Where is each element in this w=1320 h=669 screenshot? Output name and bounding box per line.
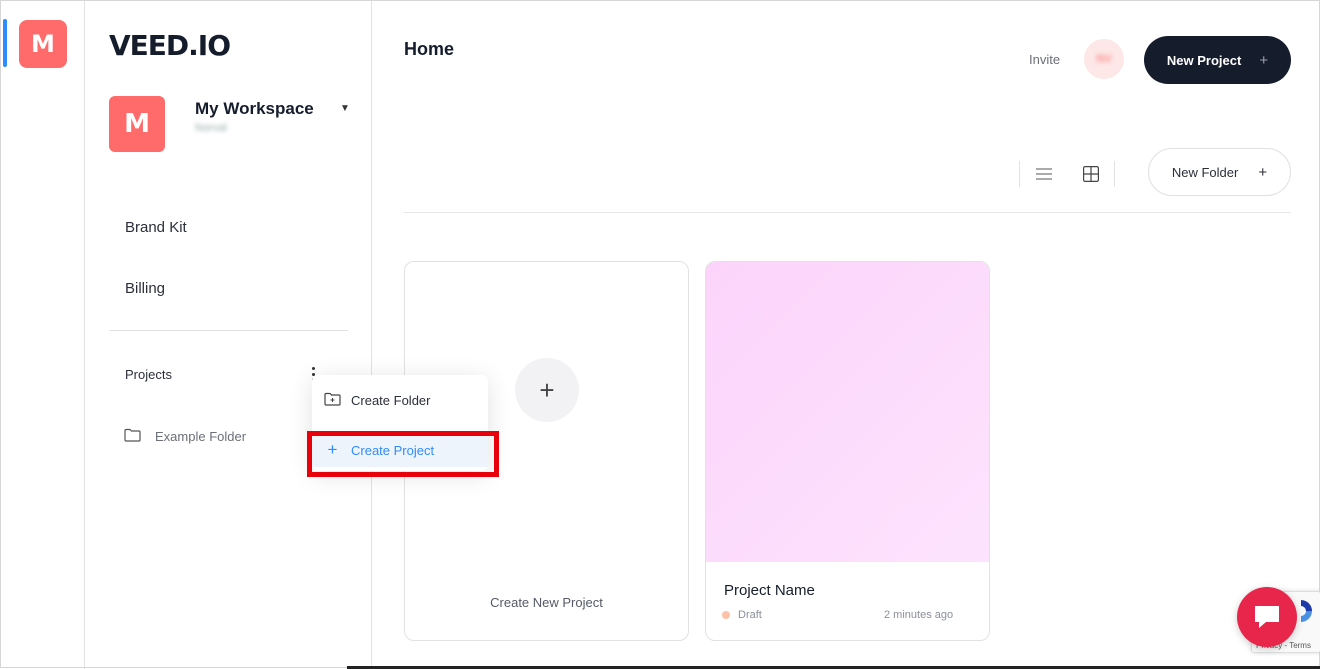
- highlight-box: [307, 431, 499, 477]
- user-initials: NV: [1096, 53, 1112, 65]
- project-name[interactable]: Project Name: [724, 582, 815, 599]
- project-status: Draft: [722, 609, 762, 621]
- new-folder-label: New Folder: [1171, 164, 1239, 180]
- new-project-label: New Project: [1166, 52, 1242, 68]
- sidebar-folder-item[interactable]: Example Folder: [124, 428, 246, 445]
- workspace-avatar[interactable]: M: [109, 96, 165, 152]
- caret-down-icon[interactable]: ▼: [340, 103, 350, 114]
- workspace-rail: M: [1, 1, 85, 669]
- workspace-switcher-avatar[interactable]: M: [19, 20, 67, 68]
- veed-logo[interactable]: VEED.IO: [109, 29, 231, 62]
- project-card[interactable]: Project Name Draft 2 minutes ago: [705, 261, 990, 641]
- nav-brand-kit[interactable]: Brand Kit: [125, 219, 187, 236]
- toolbar-divider: [404, 212, 1291, 213]
- user-avatar[interactable]: NV: [1084, 39, 1124, 79]
- chat-button[interactable]: [1237, 587, 1297, 647]
- chat-bubble-icon: [1255, 606, 1279, 628]
- grid-view-icon[interactable]: [1067, 161, 1115, 187]
- folder-plus-icon: [324, 392, 341, 409]
- workspace-subtitle: Norval: [195, 122, 227, 134]
- status-label: Draft: [738, 609, 762, 621]
- active-indicator: [3, 19, 7, 67]
- app-window: M VEED.IO M My Workspace Norval ▼ Brand …: [0, 0, 1320, 669]
- new-project-button[interactable]: New Project +: [1144, 36, 1291, 84]
- plus-icon[interactable]: +: [515, 358, 579, 422]
- sidebar-divider: [109, 330, 348, 331]
- menu-item-label: Create Folder: [351, 392, 431, 408]
- invite-link[interactable]: Invite: [1029, 52, 1060, 67]
- workspace-name[interactable]: My Workspace: [195, 99, 314, 119]
- page-title: Home: [404, 39, 455, 59]
- project-updated-time: 2 minutes ago: [884, 609, 954, 621]
- projects-heading: Projects: [125, 367, 172, 382]
- plus-icon: +: [1258, 163, 1268, 181]
- menu-item-create-folder[interactable]: Create Folder: [312, 383, 488, 417]
- folder-label: Example Folder: [155, 429, 247, 444]
- plus-icon: +: [1259, 51, 1269, 69]
- list-view-icon[interactable]: [1019, 161, 1067, 187]
- sidebar: VEED.IO M My Workspace Norval ▼ Brand Ki…: [86, 1, 372, 669]
- create-project-card-label: Create New Project: [490, 595, 603, 610]
- folder-icon: [124, 428, 141, 445]
- nav-billing[interactable]: Billing: [125, 280, 165, 297]
- new-folder-button[interactable]: New Folder +: [1148, 148, 1291, 196]
- project-thumbnail[interactable]: [706, 262, 989, 562]
- status-dot: [722, 611, 730, 619]
